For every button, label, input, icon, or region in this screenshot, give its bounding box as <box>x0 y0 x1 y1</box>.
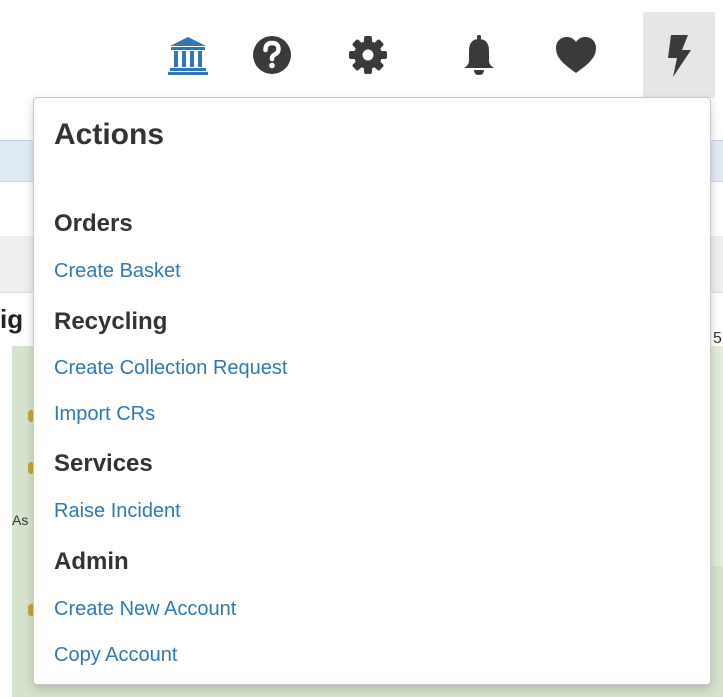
background-value-fragment: 5 <box>713 330 722 347</box>
gear-icon <box>349 36 387 74</box>
section-recycling: Recycling <box>54 308 168 335</box>
notifications-button[interactable] <box>443 12 515 98</box>
dropdown-title: Actions <box>54 118 165 151</box>
help-button[interactable] <box>236 12 308 98</box>
bell-icon <box>464 35 494 75</box>
actions-dropdown: Actions Orders Create Basket Recycling C… <box>33 97 711 685</box>
section-services: Services <box>54 450 153 477</box>
section-admin: Admin <box>54 548 129 575</box>
create-new-account-link[interactable]: Create New Account <box>54 598 236 621</box>
heart-icon <box>556 37 596 73</box>
import-crs-link[interactable]: Import CRs <box>54 403 155 426</box>
raise-incident-link[interactable]: Raise Incident <box>54 500 181 523</box>
create-basket-link[interactable]: Create Basket <box>54 260 181 283</box>
bank-button[interactable] <box>152 12 224 98</box>
top-icon-toolbar <box>0 12 723 98</box>
lightning-icon <box>668 35 691 77</box>
background-heading-fragment: ig <box>0 304 24 334</box>
favourites-button[interactable] <box>540 12 612 98</box>
create-collection-request-link[interactable]: Create Collection Request <box>54 357 287 380</box>
section-orders: Orders <box>54 210 133 237</box>
actions-button[interactable] <box>643 12 715 98</box>
bank-icon <box>168 37 208 75</box>
help-icon <box>253 36 291 74</box>
background-label-fragment: As <box>12 512 29 528</box>
settings-button[interactable] <box>332 12 404 98</box>
copy-account-link[interactable]: Copy Account <box>54 644 177 667</box>
